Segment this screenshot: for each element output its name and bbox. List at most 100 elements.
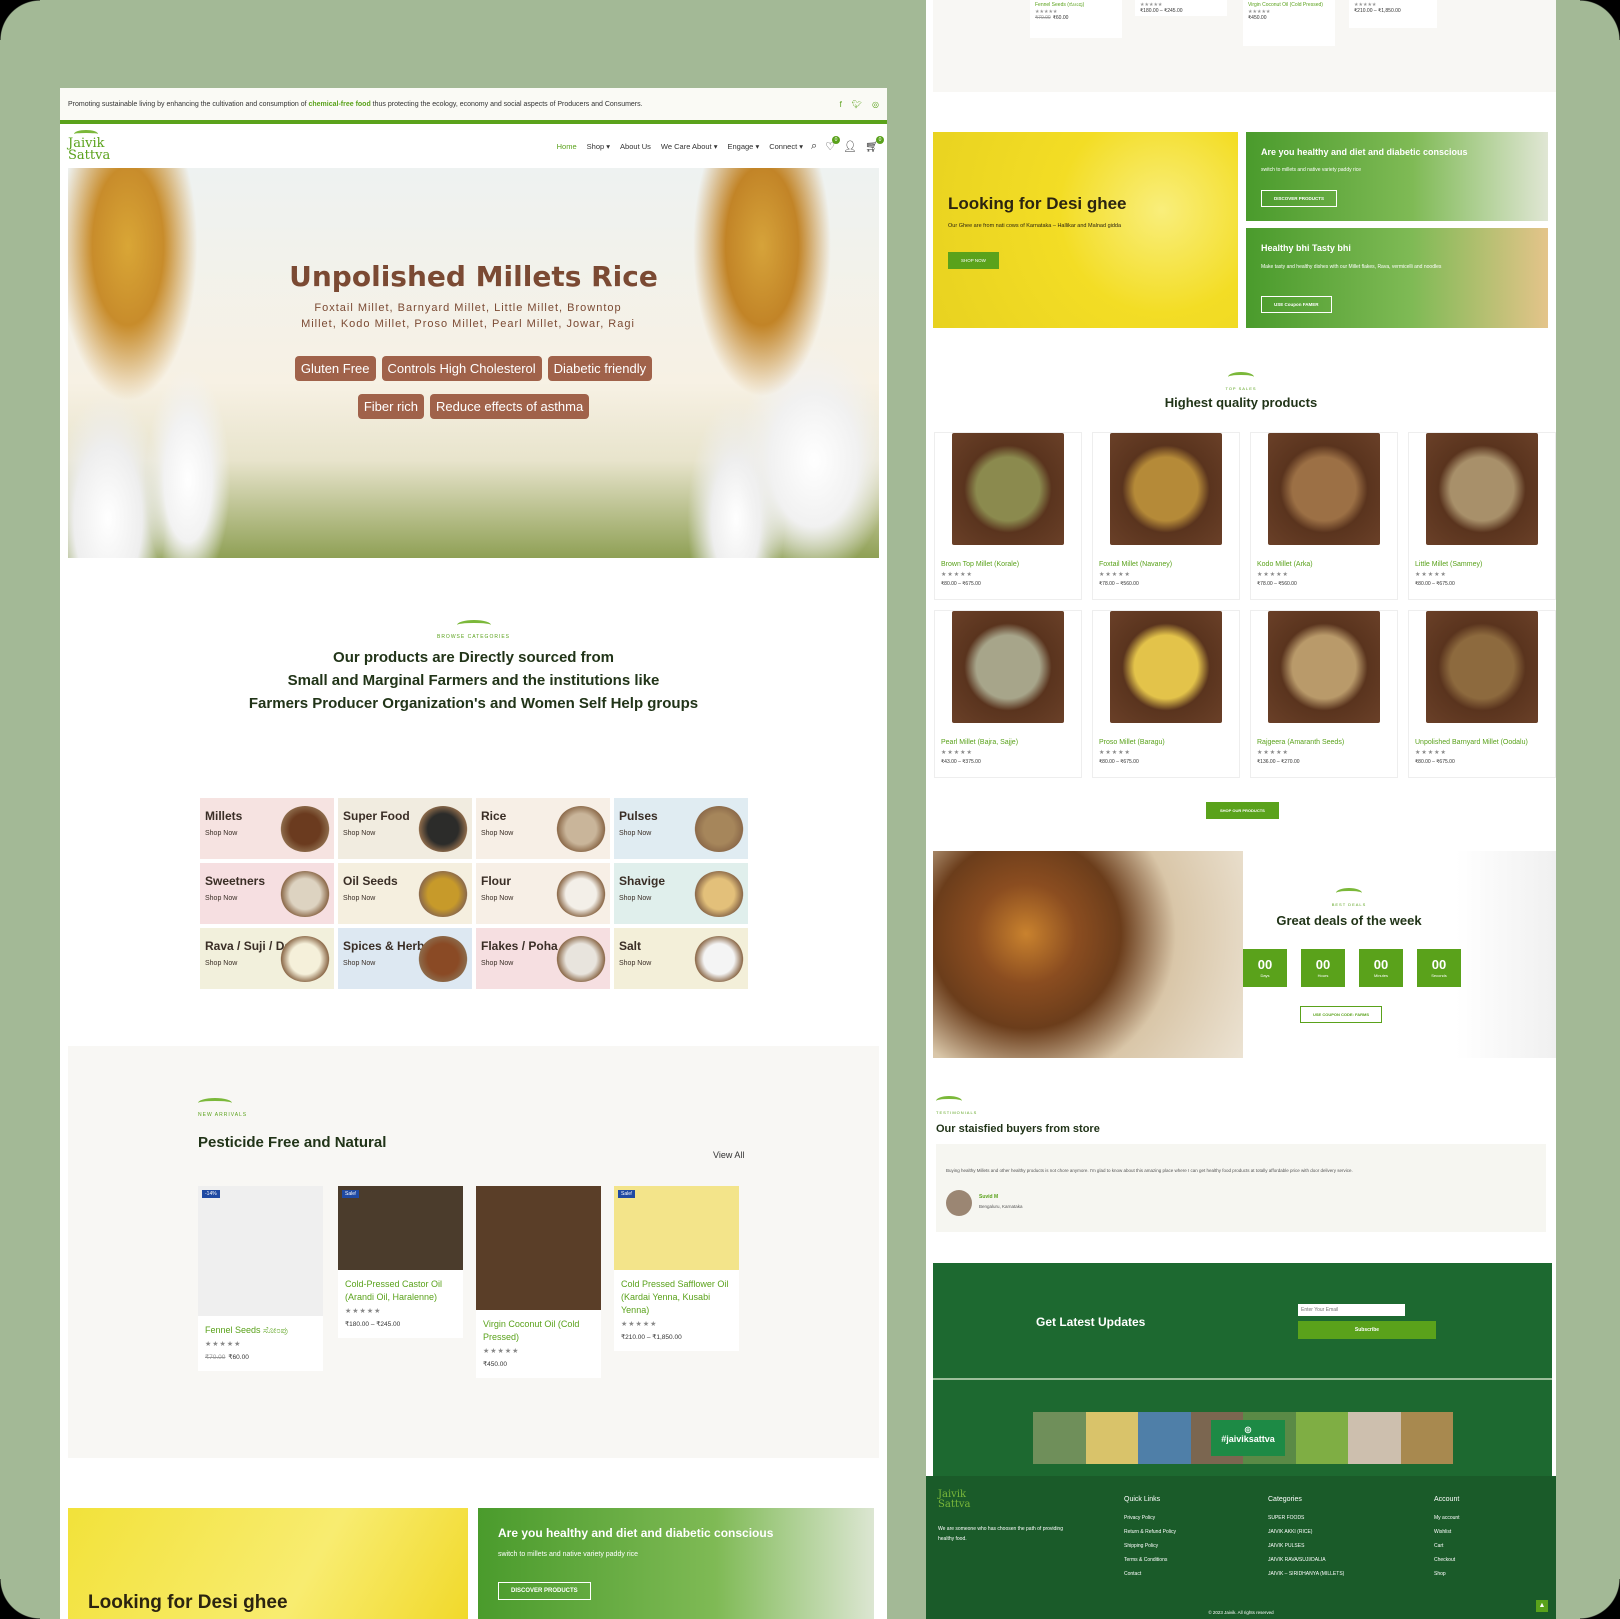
product-name[interactable]: Little Millet (Sammey) bbox=[1415, 561, 1549, 568]
product-card[interactable]: Brown Top Millet (Korale) ★★★★★ ₹80.00 – ₹… bbox=[934, 432, 1082, 600]
product-name[interactable]: Cold-Pressed Castor Oil (Arandi Oil, Har… bbox=[338, 1270, 463, 1307]
category-tile[interactable]: Super Food Shop Now bbox=[338, 798, 472, 859]
product-image[interactable] bbox=[952, 611, 1064, 723]
category-tile[interactable]: Spices & Herbs Shop Now bbox=[338, 928, 472, 989]
category-tile[interactable]: Oil Seeds Shop Now bbox=[338, 863, 472, 924]
discover-products-button[interactable]: DISCOVER PRODUCTS bbox=[1261, 190, 1338, 207]
discover-products-button[interactable]: DISCOVER PRODUCTS bbox=[498, 1582, 591, 1600]
healthy-tasty-banner[interactable]: Healthy bhi Tasty bhi Make tasty and hea… bbox=[1246, 228, 1548, 328]
footer-logo[interactable]: Jaivik Sattva bbox=[938, 1490, 970, 1510]
footer-link[interactable]: Cart bbox=[1434, 1543, 1460, 1549]
product-name[interactable]: Fennel Seeds (ಸೋಂಪು) bbox=[1035, 2, 1117, 9]
product-image[interactable] bbox=[1110, 611, 1222, 723]
product-name[interactable]: Cold Pressed Safflower Oil (Kardai Yenna… bbox=[614, 1270, 739, 1320]
product-name[interactable]: Pearl Millet (Bajra, Sajje) bbox=[941, 739, 1075, 746]
shop-now-button[interactable]: SHOP NOW bbox=[948, 252, 999, 269]
product-card[interactable]: Proso Millet (Baragu) ★★★★★ ₹80.00 – ₹675.… bbox=[1092, 610, 1240, 778]
menu-item-about[interactable]: About Us bbox=[620, 142, 651, 151]
footer-link[interactable]: SUPER FOODS bbox=[1268, 1515, 1344, 1521]
category-tile[interactable]: Sweetners Shop Now bbox=[200, 863, 334, 924]
product-name[interactable]: Brown Top Millet (Korale) bbox=[941, 561, 1075, 568]
product-card[interactable]: Virgin Coconut Oil (Cold Pressed) ★★★★★ ₹4… bbox=[476, 1186, 601, 1378]
footer-link[interactable]: Terms & Conditions bbox=[1124, 1557, 1176, 1563]
coupon-code-button[interactable]: USE COUPON CODE: FARMS bbox=[1300, 1006, 1383, 1023]
product-image[interactable] bbox=[952, 433, 1064, 545]
menu-item-engage[interactable]: Engage ▾ bbox=[728, 142, 760, 151]
coupon-button[interactable]: USE Coupon FAMER bbox=[1261, 296, 1332, 313]
product-name[interactable]: Kodo Millet (Arka) bbox=[1257, 561, 1391, 568]
diabetic-conscious-banner[interactable]: Are you healthy and diet and diabetic co… bbox=[478, 1508, 874, 1619]
email-input[interactable] bbox=[1298, 1304, 1405, 1316]
shop-our-products-button[interactable]: SHOP OUR PRODUCTS bbox=[1206, 802, 1279, 819]
product-image[interactable] bbox=[476, 1186, 601, 1310]
instagram-photo[interactable] bbox=[1400, 1412, 1453, 1464]
account-icon[interactable]: 👤︎ bbox=[843, 140, 857, 153]
footer-link[interactable]: Return & Refund Policy bbox=[1124, 1529, 1176, 1535]
footer-link[interactable]: My account bbox=[1434, 1515, 1460, 1521]
category-tile[interactable]: Pulses Shop Now bbox=[614, 798, 748, 859]
category-tile[interactable]: Shavige Shop Now bbox=[614, 863, 748, 924]
category-tile[interactable]: Flakes / Poha Shop Now bbox=[476, 928, 610, 989]
category-tile[interactable]: Rava / Suji / Dalia Shop Now bbox=[200, 928, 334, 989]
product-card[interactable]: ★★★★★ ₹180.00 – ₹245.00 bbox=[1135, 0, 1227, 16]
search-icon[interactable]: ⌕ bbox=[811, 140, 817, 153]
cart-icon[interactable]: 🛒︎ 0 bbox=[865, 135, 884, 153]
product-card[interactable]: Foxtail Millet (Navaney) ★★★★★ ₹78.00 – ₹5… bbox=[1092, 432, 1240, 600]
product-name[interactable]: Foxtail Millet (Navaney) bbox=[1099, 561, 1233, 568]
product-card[interactable]: Pearl Millet (Bajra, Sajje) ★★★★★ ₹43.00 –… bbox=[934, 610, 1082, 778]
category-tile[interactable]: Rice Shop Now bbox=[476, 798, 610, 859]
product-image[interactable] bbox=[1268, 433, 1380, 545]
product-card[interactable]: ★★★★★ ₹210.00 – ₹1,850.00 bbox=[1349, 0, 1437, 28]
instagram-hashtag-badge[interactable]: ◎ #jaiviksattva bbox=[1211, 1420, 1285, 1456]
product-image[interactable] bbox=[1426, 611, 1538, 723]
site-logo[interactable]: Jaivik Sattva bbox=[68, 130, 110, 162]
product-card[interactable]: Virgin Coconut Oil (Cold Pressed) ★★★★★ ₹4… bbox=[1243, 0, 1335, 46]
product-card[interactable]: Kodo Millet (Arka) ★★★★★ ₹78.00 – ₹560.00 bbox=[1250, 432, 1398, 600]
product-image[interactable] bbox=[1426, 433, 1538, 545]
facebook-icon[interactable]: f bbox=[840, 100, 842, 109]
product-card[interactable]: -14% Fennel Seeds ಸೋಂಪು ★★★★★ ₹70.00 ₹60.00 bbox=[198, 1186, 323, 1371]
category-tile[interactable]: Salt Shop Now bbox=[614, 928, 748, 989]
footer-link[interactable]: JAIVIK AKKI (RICE) bbox=[1268, 1529, 1344, 1535]
product-image[interactable]: -14% bbox=[198, 1186, 323, 1316]
instagram-photo[interactable] bbox=[1085, 1412, 1138, 1464]
product-image[interactable]: Sale! bbox=[338, 1186, 463, 1270]
diabetic-conscious-banner[interactable]: Are you healthy and diet and diabetic co… bbox=[1246, 132, 1548, 221]
instagram-photo[interactable] bbox=[1295, 1412, 1348, 1464]
product-card[interactable]: Rajgeera (Amaranth Seeds) ★★★★★ ₹136.00 – … bbox=[1250, 610, 1398, 778]
view-all-link[interactable]: View All bbox=[713, 1150, 744, 1160]
product-name[interactable]: Proso Millet (Baragu) bbox=[1099, 739, 1233, 746]
product-name[interactable]: Unpolished Barnyard Millet (Oodalu) bbox=[1415, 739, 1549, 746]
instagram-photo[interactable] bbox=[1033, 1412, 1086, 1464]
product-name[interactable]: Fennel Seeds ಸೋಂಪು bbox=[198, 1316, 323, 1340]
desi-ghee-banner[interactable]: Looking for Desi ghee Our Ghee are from … bbox=[933, 132, 1238, 328]
scroll-top-icon[interactable]: ▲ bbox=[1536, 1600, 1548, 1612]
desi-ghee-banner[interactable]: Looking for Desi ghee bbox=[68, 1508, 468, 1619]
footer-link[interactable]: Shop bbox=[1434, 1571, 1460, 1577]
category-tile[interactable]: Millets Shop Now bbox=[200, 798, 334, 859]
product-name[interactable]: Virgin Coconut Oil (Cold Pressed) bbox=[476, 1310, 601, 1347]
menu-item-connect[interactable]: Connect ▾ bbox=[769, 142, 803, 151]
category-tile[interactable]: Flour Shop Now bbox=[476, 863, 610, 924]
menu-item-shop[interactable]: Shop ▾ bbox=[587, 142, 610, 151]
footer-link[interactable]: Contact bbox=[1124, 1571, 1176, 1577]
menu-item-home[interactable]: Home bbox=[557, 142, 577, 151]
footer-link[interactable]: Shipping Policy bbox=[1124, 1543, 1176, 1549]
product-image[interactable] bbox=[1268, 611, 1380, 723]
instagram-photo[interactable] bbox=[1138, 1412, 1191, 1464]
product-card[interactable]: Fennel Seeds (ಸೋಂಪು) ★★★★★ ₹70.00 ₹60.00 bbox=[1030, 0, 1122, 38]
product-image[interactable]: Sale! bbox=[614, 1186, 739, 1270]
footer-link[interactable]: Privacy Policy bbox=[1124, 1515, 1176, 1521]
product-name[interactable]: Virgin Coconut Oil (Cold Pressed) bbox=[1248, 2, 1330, 9]
menu-item-we-care[interactable]: We Care About ▾ bbox=[661, 142, 718, 151]
footer-link[interactable]: Wishlist bbox=[1434, 1529, 1460, 1535]
instagram-icon[interactable]: ◎ bbox=[872, 100, 879, 109]
footer-link[interactable]: JAIVIK PULSES bbox=[1268, 1543, 1344, 1549]
product-image[interactable] bbox=[1110, 433, 1222, 545]
footer-link[interactable]: JAIVIK – SIRIDHANYA (MILLETS) bbox=[1268, 1571, 1344, 1577]
footer-link[interactable]: JAIVIK RAVA/SUJI/DALIA bbox=[1268, 1557, 1344, 1563]
product-card[interactable]: Little Millet (Sammey) ★★★★★ ₹80.00 – ₹675… bbox=[1408, 432, 1556, 600]
product-card[interactable]: Sale! Cold Pressed Safflower Oil (Kardai … bbox=[614, 1186, 739, 1351]
footer-link[interactable]: Checkout bbox=[1434, 1557, 1460, 1563]
instagram-photo[interactable] bbox=[1348, 1412, 1401, 1464]
